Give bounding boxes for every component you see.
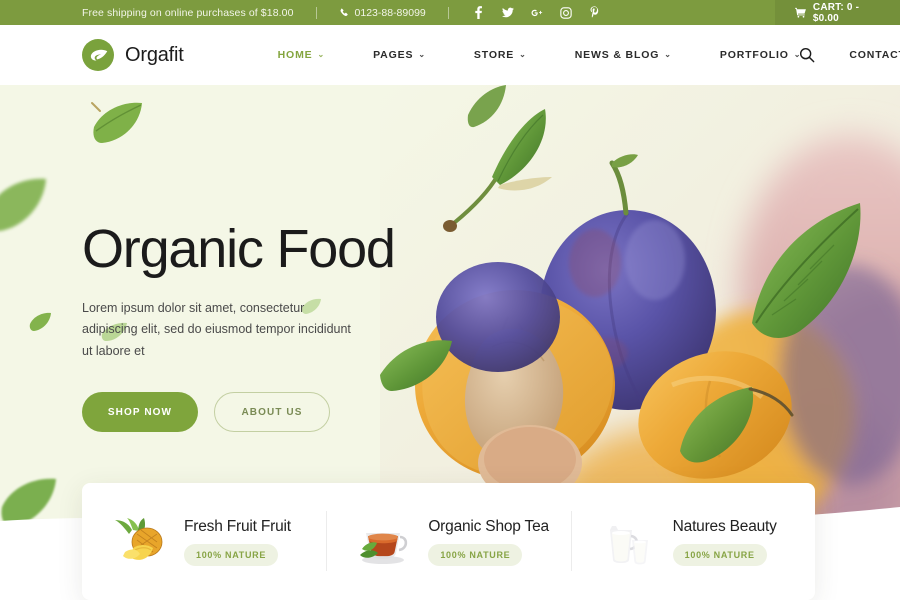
cart-button[interactable]: CART: 0 - $0.00 [775,0,900,25]
feature-item-organic-tea[interactable]: Organic Shop Tea 100% NATURE [326,483,570,600]
nav-label: CONTACTS [849,49,900,61]
twitter-icon[interactable] [501,6,514,19]
shipping-notice: Free shipping on online purchases of $18… [82,6,294,19]
brand-logo[interactable]: Orgafit [82,39,184,71]
shopping-cart-icon [795,7,806,18]
top-bar: Free shipping on online purchases of $18… [0,0,900,25]
hero-content: Organic Food Lorem ipsum dolor sit amet,… [82,219,412,433]
pineapple-icon [112,515,166,569]
feature-badge: 100% NATURE [672,543,767,566]
social-links [473,6,601,19]
leaf-circle-logo-icon [82,39,114,71]
feature-text: Natures Beauty 100% NATURE [672,517,777,566]
hero-subtitle: Lorem ipsum dolor sit amet, consectetur … [82,300,351,358]
nav-label: NEWS & BLOG [574,49,660,61]
feature-badge: 100% NATURE [184,543,279,566]
milk-jug-icon [601,515,655,569]
site-header: Orgafit HOME ⌄ PAGES ⌄ STORE ⌄ NEWS & BL… [0,25,900,85]
nav-item-home[interactable]: HOME ⌄ [254,49,349,61]
chevron-down-icon: ⌄ [664,50,672,59]
floating-leaf-icon [28,311,54,338]
floating-leaf-icon [86,99,148,152]
brand-name: Orgafit [125,43,184,66]
phone-number: 0123-88-89099 [354,6,426,19]
top-bar-left: Free shipping on online purchases of $18… [82,6,601,19]
divider [447,6,449,19]
chevron-down-icon: ⌄ [418,50,426,59]
feature-item-natures-beauty[interactable]: Natures Beauty 100% NATURE [570,483,815,600]
feature-text: Organic Shop Tea 100% NATURE [428,518,549,566]
page-root: Free shipping on online purchases of $18… [0,0,900,600]
facebook-icon[interactable] [473,6,485,19]
feature-badge: 100% NATURE [428,543,523,566]
nav-item-contacts[interactable]: CONTACTS [825,49,900,61]
feature-text: Fresh Fruit Fruit 100% NATURE [184,518,291,566]
phone-link[interactable]: 0123-88-89099 [339,7,426,19]
google-plus-icon[interactable] [531,6,543,19]
cart-label: CART: 0 - $0.00 [812,1,860,24]
nav-label: PORTFOLIO [719,49,789,61]
hero-actions: SHOP NOW ABOUT US [82,392,412,433]
search-button[interactable] [796,44,818,66]
nav-item-pages[interactable]: PAGES ⌄ [349,49,450,61]
nav-item-news-blog[interactable]: NEWS & BLOG ⌄ [551,49,696,61]
chevron-down-icon: ⌄ [317,50,326,59]
chevron-down-icon: ⌄ [519,50,527,59]
nav-label: HOME [277,49,313,61]
nav-label: PAGES [373,49,414,61]
search-icon [799,47,815,63]
nav-item-store[interactable]: STORE ⌄ [450,49,551,61]
feature-title: Natures Beauty [672,517,777,535]
divider [315,6,317,19]
about-us-button[interactable]: ABOUT US [214,392,330,433]
nav-label: STORE [473,49,515,61]
instagram-icon[interactable] [560,6,572,19]
pinterest-icon[interactable] [589,6,601,19]
feature-title: Organic Shop Tea [428,517,549,535]
tea-cup-icon [356,515,410,569]
floating-leaf-icon [0,175,58,240]
feature-title: Fresh Fruit Fruit [184,517,291,535]
page-title: Organic Food [82,219,396,279]
phone-icon [340,8,348,16]
feature-item-fresh-fruit[interactable]: Fresh Fruit Fruit 100% NATURE [82,483,326,600]
shop-now-button[interactable]: SHOP NOW [82,392,198,433]
feature-card: Fresh Fruit Fruit 100% NATURE Organic Sh… [82,483,815,600]
